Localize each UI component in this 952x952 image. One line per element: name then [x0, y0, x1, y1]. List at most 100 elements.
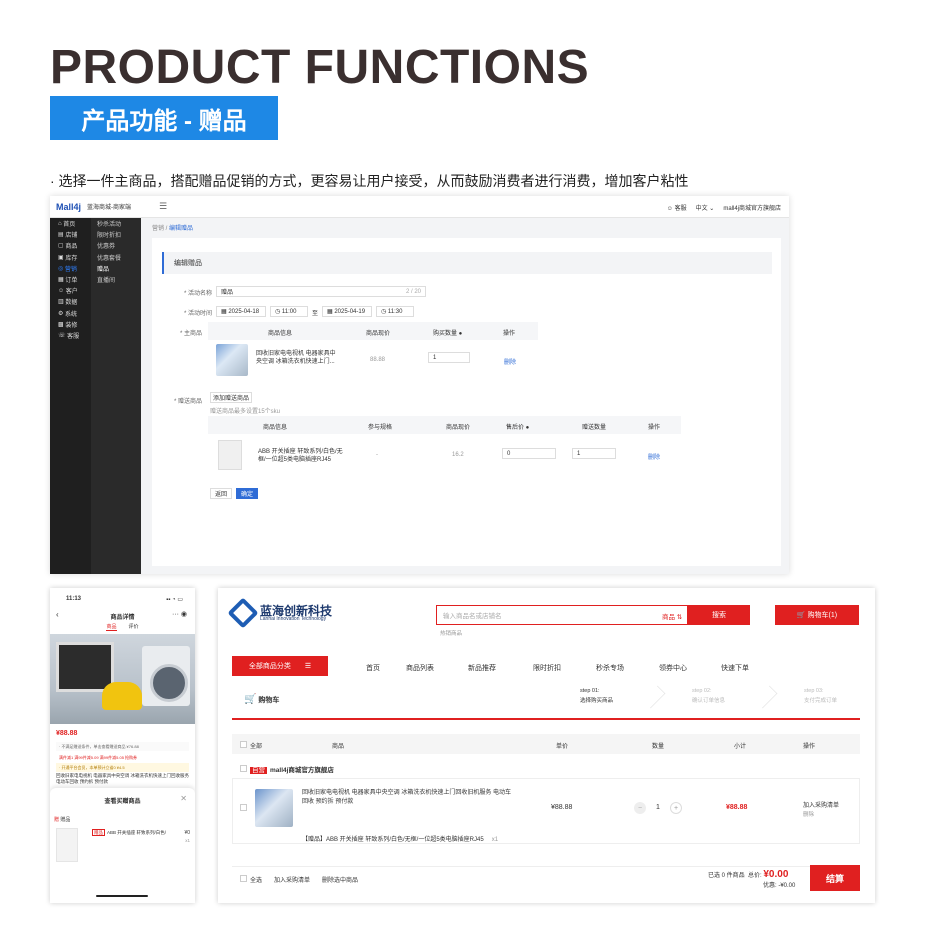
footer-select-all[interactable]: [240, 875, 247, 882]
step-3: step 03: 支付完成订单: [804, 688, 838, 704]
side2-discount[interactable]: 限时折扣: [91, 229, 141, 240]
edit-gift-card: 编辑赠品 * 活动名称 赠品 2 / 20 * 活动时间 ▦ 2025-04-18…: [152, 238, 781, 566]
confirm-button[interactable]: 确定: [236, 488, 258, 499]
promo-row[interactable]: 满件减1 满99件减5.09 满99件减5.05 抢购券: [56, 753, 189, 762]
side-product[interactable]: ▢ 商品: [50, 240, 91, 251]
th-action: 操作: [803, 744, 816, 750]
delete-item-link[interactable]: 删除: [803, 810, 814, 818]
side2-live[interactable]: 直播间: [91, 274, 141, 285]
search-input[interactable]: 输入商品名或店铺名: [436, 605, 688, 625]
settle-button[interactable]: 结算: [810, 865, 860, 891]
end-date-input[interactable]: ▦ 2025-04-19: [322, 306, 372, 317]
language-select[interactable]: 中文 ⌄: [696, 203, 715, 212]
category-menu[interactable]: 全部商品分类 ☰: [232, 656, 328, 676]
menu-toggle-icon[interactable]: ☰: [159, 201, 167, 212]
search-scope[interactable]: 商品 ⇅: [662, 611, 682, 621]
step-arrow-2: [754, 685, 778, 709]
tab-product[interactable]: 商品: [106, 623, 117, 631]
footer-delete-selected[interactable]: 删除选中商品: [322, 875, 358, 884]
side2-coupon[interactable]: 优惠券: [91, 240, 141, 251]
main-product-label: * 主商品: [179, 331, 202, 337]
item-checkbox[interactable]: [240, 804, 247, 811]
cart-title: 🛒 购物车: [244, 694, 280, 705]
nav-seckill[interactable]: 秒杀专场: [596, 663, 624, 673]
nav-home[interactable]: 首页: [366, 663, 380, 673]
end-time-input[interactable]: ◷ 11:30: [376, 306, 414, 317]
nav-product-list[interactable]: 商品列表: [406, 663, 434, 673]
main-delete-link[interactable]: 删除: [504, 357, 516, 366]
shop-name[interactable]: 自营 mall4j商城官方旗舰店: [250, 764, 334, 774]
name-label: * 活动名称: [183, 291, 212, 297]
side-shop[interactable]: ▤ 店铺: [50, 229, 91, 240]
cart-divider: [232, 718, 860, 720]
main-product-name: 回收旧家电电视机 电器家具中央空调 冰箱洗衣机快速上门...: [256, 351, 336, 365]
breadcrumb: 营销 / 编辑赠品: [152, 226, 194, 232]
shop-checkbox[interactable]: [240, 765, 247, 772]
back-button[interactable]: 返回: [210, 488, 232, 499]
cart-title-icon: 🛒: [244, 694, 257, 705]
side-stock[interactable]: ▣ 库存: [50, 252, 91, 263]
nav-new[interactable]: 新品推荐: [468, 663, 496, 673]
side-system[interactable]: ⚙ 系统: [50, 308, 91, 319]
member-row[interactable]: · 开通平台会员，本单预计立省0 ¥4.5: [56, 763, 189, 772]
cart-item-image[interactable]: [255, 789, 293, 827]
activity-name-input[interactable]: 赠品 2 / 20: [216, 286, 426, 297]
total-summary: 已选 0 件商品 总价: ¥0.00: [708, 869, 789, 880]
discount-summary: 优惠: -¥0.00: [763, 883, 796, 889]
main-product-price: 88.88: [370, 357, 386, 363]
gift-price: 16.2: [452, 452, 464, 458]
service-link[interactable]: ☺ 客服: [667, 203, 687, 212]
close-icon[interactable]: ✕: [180, 794, 187, 803]
start-date-input[interactable]: ▦ 2025-04-18: [216, 306, 266, 317]
gift-delete-link[interactable]: 删除: [648, 452, 660, 461]
qty-plus-button[interactable]: +: [670, 802, 682, 814]
add-gift-button[interactable]: 添加赠送商品: [210, 392, 252, 403]
qty-value[interactable]: 1: [656, 804, 660, 811]
nav-quick-order[interactable]: 快速下单: [721, 663, 749, 673]
cart-item-name[interactable]: 回收旧家电电视机 电器家具中央空调 冰箱洗衣机快速上门回收旧机服务 电动车回收 …: [302, 789, 512, 807]
admin-panel-screenshot: Mall4j 蓝海商城-商家端 ☰ ☺ 客服 中文 ⌄ mall4j商城官方旗舰…: [50, 196, 789, 574]
side2-package[interactable]: 优惠套餐: [91, 252, 141, 263]
card-title: 编辑赠品: [162, 252, 772, 274]
col-buy-qty: 购买数量 ●: [433, 331, 463, 337]
time-label: * 活动时间: [183, 311, 212, 317]
gift-qty-input[interactable]: 1: [572, 448, 616, 459]
side-decoration[interactable]: ▩ 装修: [50, 319, 91, 330]
qty-minus-button[interactable]: −: [634, 802, 646, 814]
footer-select-all-label[interactable]: 全选: [250, 875, 262, 884]
side2-seckill[interactable]: 秒杀活动: [91, 218, 141, 229]
search-button[interactable]: 搜索: [688, 605, 750, 625]
footer-add-purchase[interactable]: 加入采购清单: [274, 875, 310, 884]
gift-condition-row[interactable]: · 不满足赠送条件，单击查看赠送商品 ¥76.88: [56, 742, 189, 751]
side-customer[interactable]: ☺ 客户: [50, 285, 91, 296]
side-data[interactable]: ▥ 数据: [50, 296, 91, 307]
shop-account[interactable]: mall4j商城官方旗舰店: [723, 203, 781, 212]
nav-discount[interactable]: 限时折扣: [533, 663, 561, 673]
hot-link[interactable]: 热销商品: [440, 629, 462, 637]
sheet-gift-name: 赠品 ABB 开关插座 轩致系列/白色/: [92, 829, 167, 836]
gift-product-image: [218, 440, 242, 470]
gift-hint: 赠送商品最多设置15个sku: [210, 409, 281, 415]
main-buy-qty-input[interactable]: 1: [428, 352, 470, 363]
side-order[interactable]: ▦ 订单: [50, 274, 91, 285]
side-service[interactable]: ☏ 客服: [50, 330, 91, 341]
after-price-input[interactable]: 0: [502, 448, 556, 459]
side-marketing[interactable]: ◎ 营销: [50, 263, 91, 274]
gift-bottom-sheet: 查看买赠商品 ✕ 赠 赠品 赠品 ABB 开关插座 轩致系列/白色/ ¥0 x1: [50, 788, 195, 903]
crumb-marketing[interactable]: 营销: [152, 226, 164, 232]
side-home[interactable]: ⌂ 首页: [50, 218, 91, 229]
add-to-purchase-list[interactable]: 加入采购清单: [803, 800, 839, 809]
more-icon[interactable]: ··· ◉: [172, 610, 187, 618]
col-price: 商品现价: [366, 331, 391, 337]
cart-button[interactable]: 🛒 购物车(1): [775, 605, 859, 625]
sheet-gift-image: [56, 828, 78, 862]
side2-gift[interactable]: 赠品: [91, 263, 141, 274]
gift-col-spec: 参与规格: [368, 425, 393, 431]
col-action: 操作: [503, 331, 516, 337]
nav-coupon[interactable]: 领券中心: [659, 663, 687, 673]
home-indicator: [96, 895, 148, 897]
tab-review[interactable]: 评价: [129, 623, 139, 631]
select-all-checkbox[interactable]: [240, 741, 247, 748]
step-arrow-1: [642, 685, 666, 709]
start-time-input[interactable]: ◷ 11:00: [270, 306, 308, 317]
